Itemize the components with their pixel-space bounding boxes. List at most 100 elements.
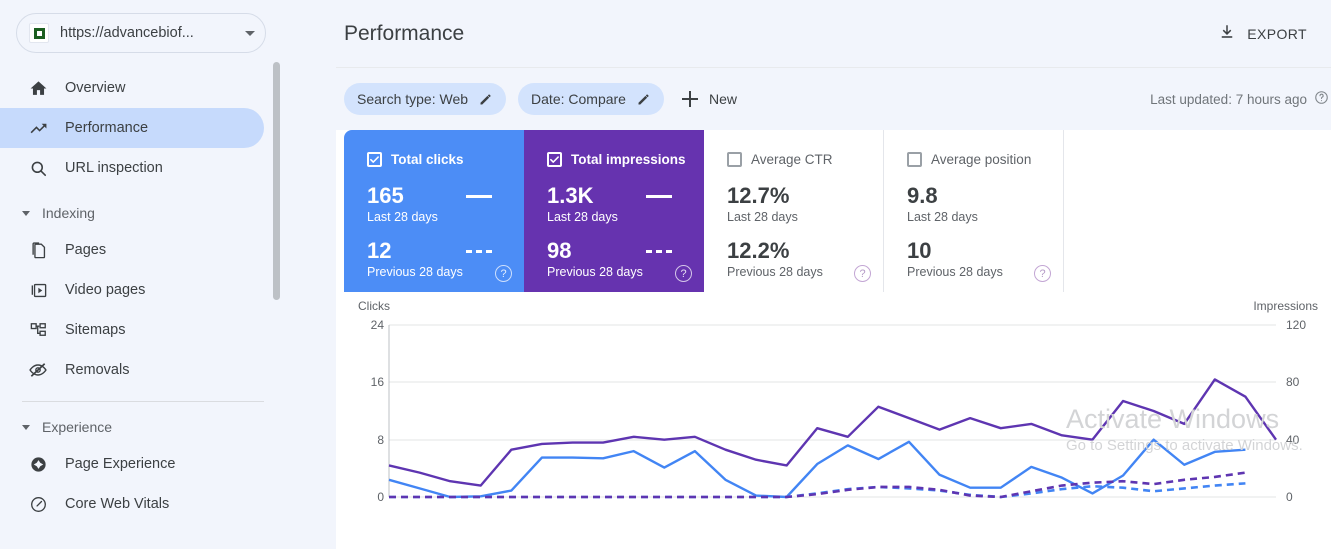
help-circle-icon[interactable] bbox=[1314, 90, 1329, 108]
metric-cards: Total clicks 165 Last 28 days 12 Previou… bbox=[344, 130, 1331, 292]
video-pages-icon bbox=[26, 278, 50, 302]
metric-previous-label: Previous 28 days bbox=[727, 265, 823, 279]
metric-previous-value: 98 bbox=[547, 238, 572, 263]
filter-chip-label: Date: Compare bbox=[531, 91, 626, 107]
last-updated: Last updated: 7 hours ago bbox=[1150, 90, 1331, 108]
sidebar-item-core-web-vitals[interactable]: Core Web Vitals bbox=[0, 484, 264, 524]
metric-previous-value: 12 bbox=[367, 238, 392, 263]
sidebar-group-indexing[interactable]: Indexing bbox=[0, 196, 336, 230]
filter-chip-label: Search type: Web bbox=[357, 91, 469, 107]
metric-card-total-clicks[interactable]: Total clicks 165 Last 28 days 12 Previou… bbox=[344, 130, 524, 292]
pencil-icon[interactable] bbox=[636, 92, 651, 107]
sidebar-item-label: Video pages bbox=[65, 282, 146, 298]
pages-icon bbox=[26, 238, 50, 262]
metric-card-total-impressions[interactable]: Total impressions 1.3K Last 28 days 98 P… bbox=[524, 130, 704, 292]
trending-up-icon bbox=[26, 116, 50, 140]
metric-previous-label: Previous 28 days bbox=[367, 265, 463, 279]
sidebar-scrollbar[interactable] bbox=[273, 62, 280, 300]
sidebar-item-sitemaps[interactable]: Sitemaps bbox=[0, 310, 264, 350]
performance-chart: Clicks Impressions 24 16 8 0 120 80 40 0… bbox=[344, 292, 1331, 515]
performance-panel: Total clicks 165 Last 28 days 12 Previou… bbox=[344, 130, 1331, 515]
chevron-down-icon bbox=[22, 424, 30, 430]
eye-off-icon bbox=[26, 358, 50, 382]
metric-current-label: Last 28 days bbox=[907, 210, 978, 224]
sidebar-item-removals[interactable]: Removals bbox=[0, 350, 264, 390]
sitemaps-icon bbox=[26, 318, 50, 342]
export-button[interactable]: EXPORT bbox=[1218, 23, 1311, 44]
metric-card-average-position[interactable]: Average position 9.8 Last 28 days 10 Pre… bbox=[884, 130, 1064, 292]
sidebar-item-page-experience[interactable]: Page Experience bbox=[0, 444, 264, 484]
sidebar-item-label: Page Experience bbox=[65, 456, 176, 472]
metric-card-title: Average CTR bbox=[751, 152, 833, 167]
sidebar-item-performance[interactable]: Performance bbox=[0, 108, 264, 148]
sidebar-item-pages[interactable]: Pages bbox=[0, 230, 264, 270]
main-content: Performance EXPORT Search type: Web Date… bbox=[336, 0, 1331, 549]
metric-previous-label: Previous 28 days bbox=[547, 265, 643, 279]
sidebar-group-label: Indexing bbox=[42, 205, 95, 221]
legend-solid-line bbox=[466, 194, 492, 198]
page-header: Performance EXPORT bbox=[336, 0, 1331, 68]
property-selector[interactable]: https://advancebiof... bbox=[16, 13, 266, 53]
metric-current-value: 1.3K bbox=[547, 183, 594, 208]
plus-icon bbox=[681, 91, 698, 107]
download-icon bbox=[1218, 23, 1236, 44]
search-icon bbox=[26, 156, 50, 180]
metric-previous-label: Previous 28 days bbox=[907, 265, 1003, 279]
metric-current-label: Last 28 days bbox=[727, 210, 798, 224]
sidebar-item-label: Removals bbox=[65, 362, 130, 378]
sidebar-item-label: Performance bbox=[65, 120, 149, 136]
sidebar-item-label: Pages bbox=[65, 242, 107, 258]
sidebar-item-label: Core Web Vitals bbox=[65, 496, 170, 512]
sidebar-group-experience[interactable]: Experience bbox=[0, 410, 336, 444]
sidebar-item-url-inspection[interactable]: URL inspection bbox=[0, 148, 264, 188]
metric-previous-value: 12.2% bbox=[727, 238, 790, 263]
metric-card-title: Total impressions bbox=[571, 152, 686, 167]
legend-dashed-line bbox=[466, 249, 492, 253]
site-favicon bbox=[29, 23, 49, 43]
help-circle-icon[interactable]: ? bbox=[675, 265, 692, 282]
chevron-down-icon bbox=[245, 30, 255, 36]
sidebar-item-video-pages[interactable]: Video pages bbox=[0, 270, 264, 310]
metric-current-label: Last 28 days bbox=[367, 210, 438, 224]
sidebar: https://advancebiof... Overview Performa… bbox=[0, 0, 336, 549]
checkbox-average-position[interactable] bbox=[907, 152, 922, 167]
last-updated-label: Last updated: 7 hours ago bbox=[1150, 91, 1307, 107]
metric-current-value: 165 bbox=[367, 183, 404, 208]
help-circle-icon[interactable]: ? bbox=[854, 265, 871, 282]
sidebar-item-label: Overview bbox=[65, 80, 126, 96]
metric-card-title: Total clicks bbox=[391, 152, 464, 167]
filter-chip-search-type[interactable]: Search type: Web bbox=[344, 83, 507, 115]
filter-bar: Search type: Web Date: Compare New Last … bbox=[336, 68, 1331, 130]
metric-card-average-ctr[interactable]: Average CTR 12.7% Last 28 days 12.2% Pre… bbox=[704, 130, 884, 292]
page-experience-icon bbox=[26, 452, 50, 476]
sidebar-item-label: Sitemaps bbox=[65, 322, 126, 338]
legend-solid-line bbox=[646, 194, 672, 198]
checkbox-average-ctr[interactable] bbox=[727, 152, 742, 167]
new-filter-label: New bbox=[708, 91, 737, 107]
metric-current-label: Last 28 days bbox=[547, 210, 618, 224]
filter-chip-date[interactable]: Date: Compare bbox=[518, 83, 664, 115]
chevron-down-icon bbox=[22, 210, 30, 216]
metric-current-value: 9.8 bbox=[907, 183, 938, 208]
checkbox-total-impressions[interactable] bbox=[547, 152, 562, 167]
help-circle-icon[interactable]: ? bbox=[495, 265, 512, 282]
sidebar-item-label: URL inspection bbox=[65, 160, 163, 176]
legend-dashed-line bbox=[646, 249, 672, 253]
export-label: EXPORT bbox=[1247, 25, 1307, 42]
chart-plot bbox=[388, 324, 1277, 499]
sidebar-group-label: Experience bbox=[42, 419, 113, 435]
help-circle-icon[interactable]: ? bbox=[1034, 265, 1051, 282]
home-icon bbox=[26, 76, 50, 100]
sidebar-item-overview[interactable]: Overview bbox=[0, 68, 264, 108]
pencil-icon[interactable] bbox=[478, 92, 493, 107]
gauge-icon bbox=[26, 492, 50, 516]
metric-current-value: 12.7% bbox=[727, 183, 790, 208]
new-filter-button[interactable]: New bbox=[676, 91, 747, 107]
metric-previous-value: 10 bbox=[907, 238, 932, 263]
sidebar-divider bbox=[22, 401, 264, 402]
page-title: Performance bbox=[344, 21, 465, 45]
primary-nav: Overview Performance URL inspection Inde… bbox=[0, 68, 336, 524]
metric-card-title: Average position bbox=[931, 152, 1032, 167]
checkbox-total-clicks[interactable] bbox=[367, 152, 382, 167]
property-url: https://advancebiof... bbox=[60, 25, 194, 41]
